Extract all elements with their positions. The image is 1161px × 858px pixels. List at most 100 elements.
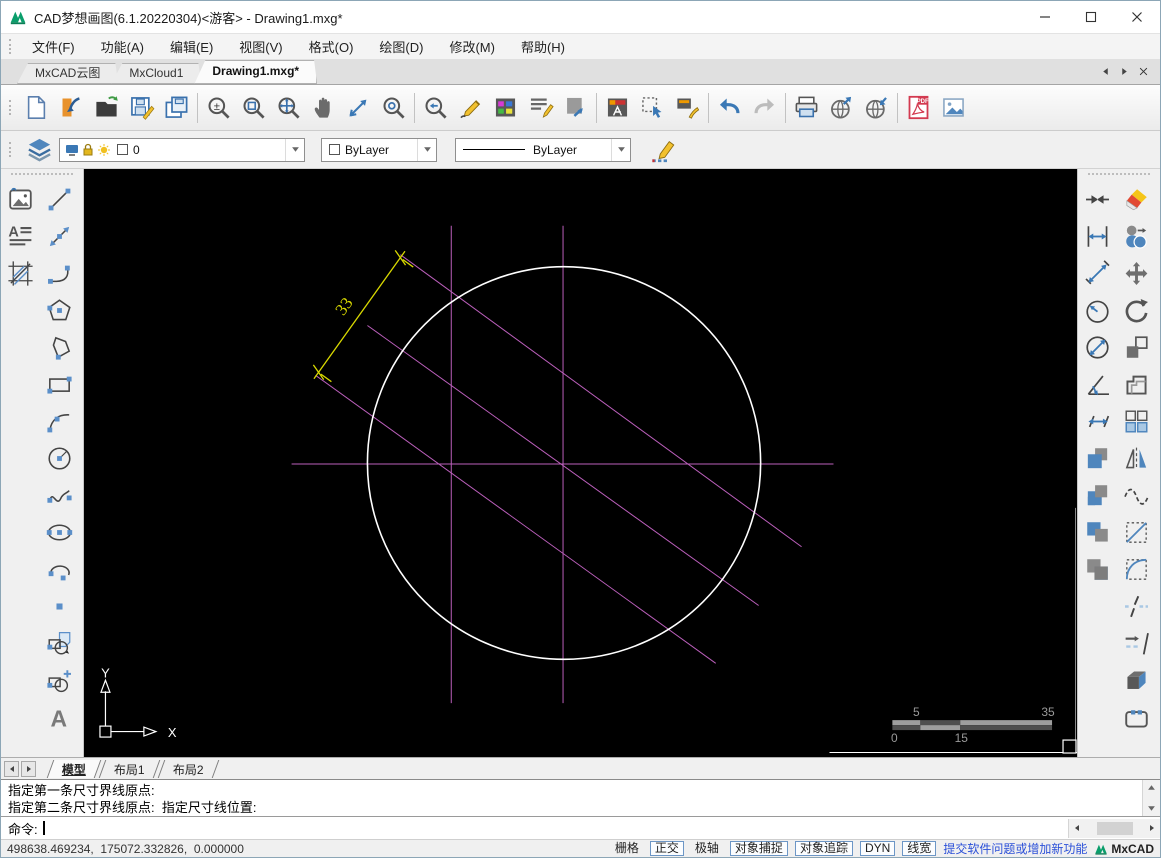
text-edit-button[interactable] [523,88,558,128]
layer-manager-button[interactable] [600,88,635,128]
polyline-button[interactable] [42,255,77,292]
tab-scroll-left-icon[interactable] [1101,67,1110,76]
save-button[interactable] [124,88,159,128]
fillet-button[interactable] [1119,551,1154,588]
mtext-button[interactable] [42,699,77,736]
dim-angular-button[interactable] [1080,366,1115,403]
dim-diameter-button[interactable] [1080,329,1115,366]
zoom-window-button[interactable] [236,88,271,128]
draw-settings-button[interactable] [645,130,680,170]
toggle-osnap[interactable]: 对象捕捉 [730,841,788,856]
menu-modify[interactable]: 修改(M) [436,34,508,59]
zoom-extents-button[interactable] [271,88,306,128]
insert-block-button[interactable] [42,625,77,662]
freehand-polygon-button[interactable] [42,329,77,366]
undo-button[interactable] [712,88,747,128]
select-object-button[interactable] [635,88,670,128]
linetype-combobox[interactable]: ByLayer [455,138,631,162]
menu-file[interactable]: 文件(F) [19,34,88,59]
sketch-button[interactable] [453,88,488,128]
arc-button[interactable] [42,403,77,440]
minimize-button[interactable] [1022,1,1068,33]
dim-continue-button[interactable] [1080,403,1115,440]
make-block-button[interactable] [42,662,77,699]
circle-button[interactable] [42,440,77,477]
line-button[interactable] [42,181,77,218]
paste-block-button[interactable] [558,88,593,128]
scroll-up-icon[interactable] [1147,783,1156,792]
hatch-button[interactable] [3,255,38,292]
zoom-previous-button[interactable] [418,88,453,128]
erase-button[interactable] [1119,181,1154,218]
chamfer-button[interactable] [1119,514,1154,551]
command-horizontal-scrollbar[interactable] [1068,819,1160,838]
point-button[interactable] [42,588,77,625]
new-file-button[interactable] [19,88,54,128]
layer-combobox[interactable]: 0 [59,138,305,162]
export-pdf-button[interactable] [901,88,936,128]
command-vertical-scrollbar[interactable] [1142,780,1160,816]
join-button[interactable] [1119,699,1154,736]
viewport-grip[interactable] [1063,740,1076,753]
draworder-front-button[interactable] [1080,440,1115,477]
text-style-button[interactable] [3,218,38,255]
menu-function[interactable]: 功能(A) [88,34,157,59]
insert-image-button[interactable] [936,88,971,128]
extend-button[interactable] [1119,625,1154,662]
layer-control-button[interactable] [19,130,59,170]
menu-draw[interactable]: 绘图(D) [366,34,436,59]
tab-mxcad-cloud[interactable]: MxCAD云图 [17,63,118,84]
dim-linear-button[interactable] [1080,218,1115,255]
scroll-right-icon[interactable] [1148,824,1156,832]
move-button[interactable] [1119,255,1154,292]
polygon-button[interactable] [42,292,77,329]
layout-scroll-left-button[interactable] [4,761,19,777]
layer-dropdown-arrow[interactable] [285,139,304,161]
draworder-below-button[interactable] [1080,551,1115,588]
tab-scroll-right-icon[interactable] [1120,67,1129,76]
draworder-back-button[interactable] [1080,477,1115,514]
ellipse-arc-button[interactable] [42,551,77,588]
print-button[interactable] [789,88,824,128]
command-input-row[interactable]: 命令: [1,816,1160,839]
drawing-canvas[interactable]: 33 Y X 5 [84,169,1077,757]
layout-scroll-right-button[interactable] [21,761,36,777]
open-file-button[interactable] [89,88,124,128]
zoom-dynamic-button[interactable] [201,88,236,128]
linetype-dropdown-arrow[interactable] [611,139,630,161]
rotate-button[interactable] [1119,292,1154,329]
scroll-down-icon[interactable] [1147,804,1156,813]
maximize-button[interactable] [1068,1,1114,33]
feedback-link[interactable]: 提交软件问题或增加新功能 [943,840,1087,857]
ellipse-button[interactable] [42,514,77,551]
spline-button[interactable] [42,477,77,514]
layout-tab-layout2[interactable]: 布局2 [157,760,218,778]
close-button[interactable] [1114,1,1160,33]
draworder-above-button[interactable] [1080,514,1115,551]
redo-button[interactable] [747,88,782,128]
save-all-button[interactable] [159,88,194,128]
insert-image-tool-button[interactable] [3,181,38,218]
toggle-otrack[interactable]: 对象追踪 [795,841,853,856]
copy-button[interactable] [1119,218,1154,255]
match-properties-button[interactable] [670,88,705,128]
toggle-dyn[interactable]: DYN [860,841,895,856]
mirror-button[interactable] [1119,440,1154,477]
layout-tab-model[interactable]: 模型 [47,760,102,778]
open-cloud-button[interactable] [54,88,89,128]
tab-mxcloud1[interactable]: MxCloud1 [111,63,201,84]
break-button[interactable] [1119,588,1154,625]
toggle-grid[interactable]: 栅格 [611,841,643,856]
toggle-ortho[interactable]: 正交 [650,841,684,856]
layout-tab-layout1[interactable]: 布局1 [99,760,160,778]
menu-help[interactable]: 帮助(H) [508,34,578,59]
offset-button[interactable] [1119,366,1154,403]
measure-button[interactable] [341,88,376,128]
scale-button[interactable] [1119,329,1154,366]
menu-edit[interactable]: 编辑(E) [157,34,226,59]
color-palette-button[interactable] [488,88,523,128]
fit-curve-button[interactable] [1119,477,1154,514]
scrollbar-thumb[interactable] [1097,822,1133,835]
dim-radius-button[interactable] [1080,292,1115,329]
toggle-polar[interactable]: 极轴 [691,841,723,856]
